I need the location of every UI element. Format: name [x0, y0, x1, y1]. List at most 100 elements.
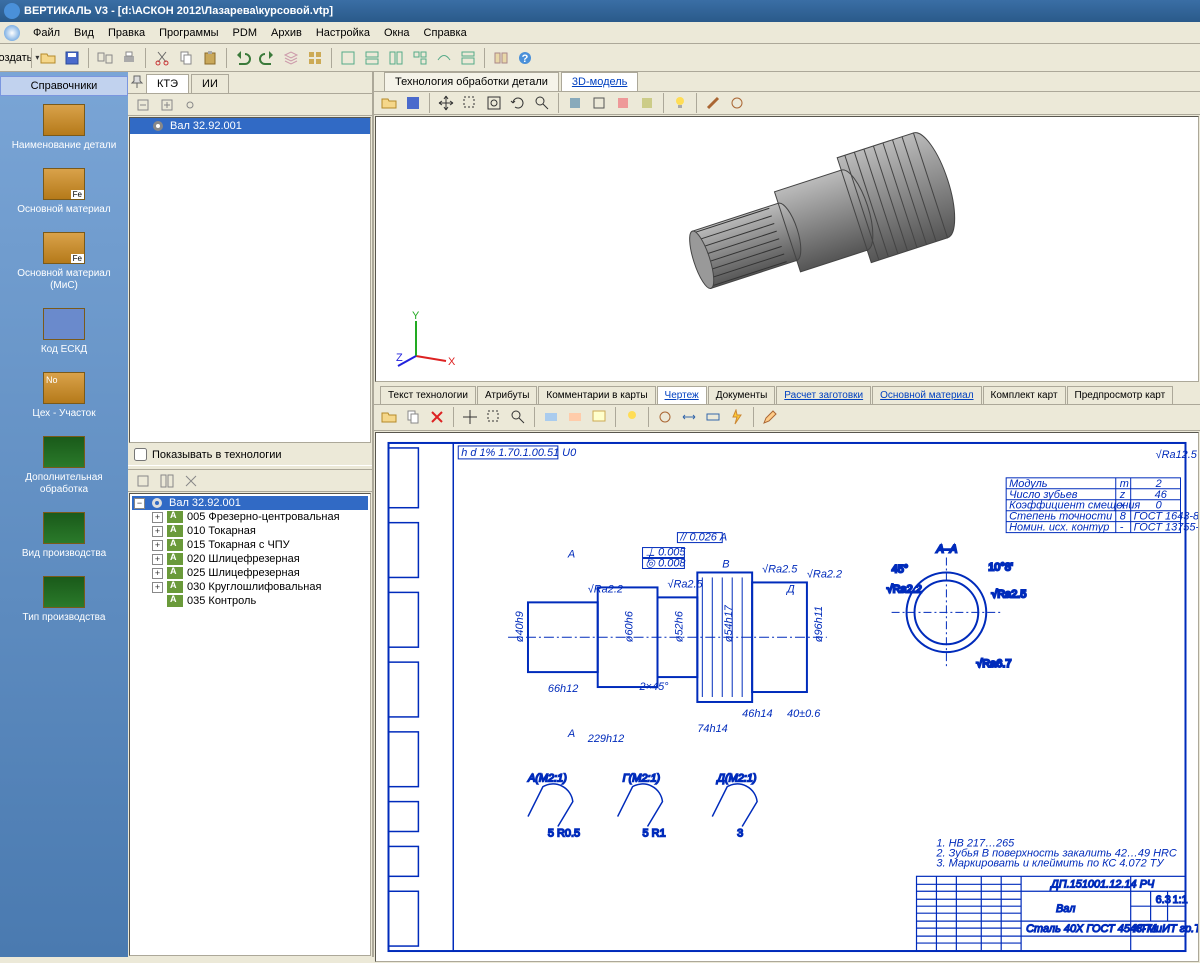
dw-layer1-icon[interactable] [540, 406, 562, 428]
dw-copy-icon[interactable] [402, 406, 424, 428]
drawing-viewport[interactable]: h d 1% 1.70.1.00.51 U0 √Ra12.5 Модульm2 … [375, 432, 1199, 962]
btab-docs[interactable]: Документы [708, 386, 776, 404]
kte-tree[interactable]: Вал 32.92.001 [129, 117, 371, 443]
open-icon[interactable] [37, 47, 59, 69]
zoom-window-icon[interactable] [459, 92, 481, 114]
tree-root[interactable]: Вал 32.92.001 [130, 118, 370, 134]
sidebar-item-material[interactable]: Основной материал [0, 168, 128, 216]
shade1-icon[interactable] [564, 92, 586, 114]
sidebar-item-workshop[interactable]: Цех - Участок [0, 372, 128, 420]
btab-text[interactable]: Текст технологии [380, 386, 476, 404]
expand-icon[interactable]: + [152, 526, 163, 537]
save-icon[interactable] [61, 47, 83, 69]
menu-windows[interactable]: Окна [377, 24, 417, 42]
btab-attr[interactable]: Атрибуты [477, 386, 537, 404]
dw-dim-icon[interactable] [678, 406, 700, 428]
bulb-icon[interactable] [669, 92, 691, 114]
btab-blank[interactable]: Расчет заготовки [776, 386, 871, 404]
tab-3d[interactable]: 3D-модель [561, 72, 638, 91]
dw-pencil-icon[interactable] [759, 406, 781, 428]
tab-tech[interactable]: Технология обработки детали [384, 72, 559, 91]
book-icon[interactable] [490, 47, 512, 69]
shade4-icon[interactable] [636, 92, 658, 114]
proc-tb3-icon[interactable] [180, 470, 202, 492]
zoom-icon[interactable] [531, 92, 553, 114]
sidebar-item-extra[interactable]: Дополнительная обработка [0, 436, 128, 496]
expand-icon[interactable]: + [152, 568, 163, 579]
operation-node[interactable]: +020 Шлицефрезерная [132, 552, 368, 566]
menu-view[interactable]: Вид [67, 24, 101, 42]
operation-node[interactable]: +025 Шлицефрезерная [132, 566, 368, 580]
tab-kte[interactable]: КТЭ [146, 74, 189, 93]
menu-settings[interactable]: Настройка [309, 24, 377, 42]
help-icon[interactable]: ? [514, 47, 536, 69]
proc-tb1-icon[interactable] [132, 470, 154, 492]
tree-link-icon[interactable] [180, 94, 202, 116]
tab-ii[interactable]: ИИ [191, 74, 229, 93]
win1-icon[interactable] [337, 47, 359, 69]
grid-icon[interactable] [304, 47, 326, 69]
dw-flash-icon[interactable] [726, 406, 748, 428]
v3-save-icon[interactable] [402, 92, 424, 114]
dw-note-icon[interactable] [588, 406, 610, 428]
3d-viewport[interactable]: X Y Z [375, 116, 1199, 382]
expand-icon[interactable]: − [134, 498, 145, 509]
proc-tb2-icon[interactable] [156, 470, 178, 492]
win2-icon[interactable] [361, 47, 383, 69]
paste-icon[interactable] [199, 47, 221, 69]
btab-preview[interactable]: Предпросмотр карт [1067, 386, 1174, 404]
process-tree[interactable]: − Вал 32.92.001 +005 Фрезерно-центроваль… [129, 493, 371, 956]
tree-expand-icon[interactable] [156, 94, 178, 116]
print-icon[interactable] [118, 47, 140, 69]
operation-node[interactable]: +030 Круглошлифовальная [132, 580, 368, 594]
stack-icon[interactable] [280, 47, 302, 69]
process-root[interactable]: − Вал 32.92.001 [132, 496, 368, 510]
dw-zoomwin-icon[interactable] [483, 406, 505, 428]
redo-icon[interactable] [256, 47, 278, 69]
win4-icon[interactable] [409, 47, 431, 69]
win5-icon[interactable] [433, 47, 455, 69]
sidebar-item-prodkind[interactable]: Тип производства [0, 576, 128, 624]
menu-pdm[interactable]: PDM [226, 24, 264, 42]
btab-drawing[interactable]: Чертеж [657, 386, 707, 404]
rotate-icon[interactable] [507, 92, 529, 114]
expand-icon[interactable]: + [152, 554, 163, 565]
pin-icon[interactable] [130, 75, 144, 89]
undo-icon[interactable] [232, 47, 254, 69]
shade3-icon[interactable] [612, 92, 634, 114]
win3-icon[interactable] [385, 47, 407, 69]
sidebar-item-part-name[interactable]: Наименование детали [0, 104, 128, 152]
dw-pan-icon[interactable] [459, 406, 481, 428]
menu-archive[interactable]: Архив [264, 24, 309, 42]
dw-zoom-icon[interactable] [507, 406, 529, 428]
sidebar-item-eskd[interactable]: Код ЕСКД [0, 308, 128, 356]
operation-node[interactable]: +005 Фрезерно-центровальная [132, 510, 368, 524]
menu-edit[interactable]: Правка [101, 24, 152, 42]
tool2-icon[interactable] [726, 92, 748, 114]
btab-material[interactable]: Основной материал [872, 386, 981, 404]
cut-icon[interactable] [151, 47, 173, 69]
btab-cardset[interactable]: Комплект карт [983, 386, 1066, 404]
operation-node[interactable]: +010 Токарная [132, 524, 368, 538]
operation-node[interactable]: +015 Токарная с ЧПУ [132, 538, 368, 552]
win6-icon[interactable] [457, 47, 479, 69]
sidebar-item-material-mis[interactable]: Основной материал (МиС) [0, 232, 128, 292]
dw-layer2-icon[interactable] [564, 406, 586, 428]
copy-icon[interactable] [175, 47, 197, 69]
pan-icon[interactable] [435, 92, 457, 114]
dw-gear-icon[interactable] [654, 406, 676, 428]
btab-comments[interactable]: Комментарии в карты [538, 386, 655, 404]
dw-tol-icon[interactable] [702, 406, 724, 428]
dw-open-icon[interactable] [378, 406, 400, 428]
v3-open-icon[interactable] [378, 92, 400, 114]
create-button[interactable]: Создать [4, 47, 26, 69]
shade2-icon[interactable] [588, 92, 610, 114]
zoom-fit-icon[interactable] [483, 92, 505, 114]
dw-bulb-icon[interactable] [621, 406, 643, 428]
compare-icon[interactable] [94, 47, 116, 69]
expand-icon[interactable]: + [152, 512, 163, 523]
operation-node[interactable]: 035 Контроль [132, 594, 368, 608]
sidebar-item-prodtype[interactable]: Вид производства [0, 512, 128, 560]
menu-file[interactable]: Файл [26, 24, 67, 42]
menu-help[interactable]: Справка [417, 24, 474, 42]
